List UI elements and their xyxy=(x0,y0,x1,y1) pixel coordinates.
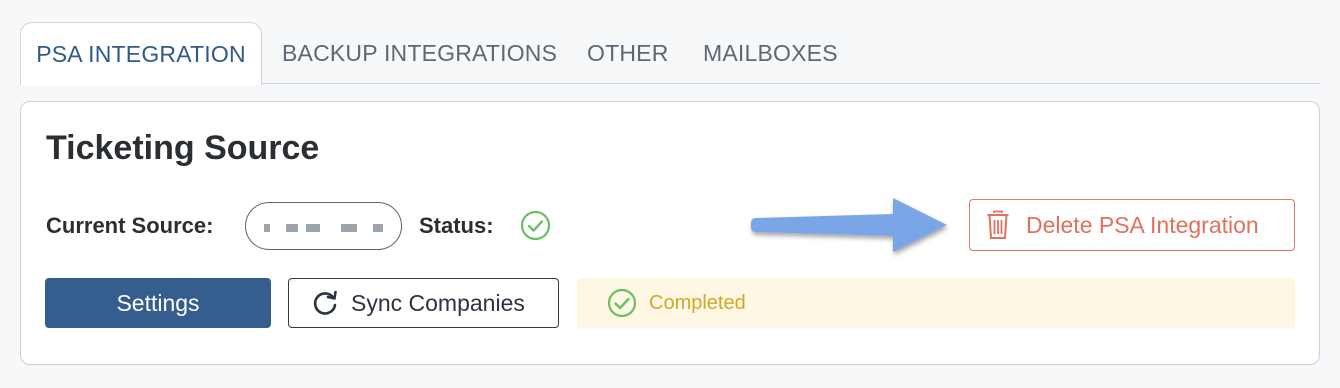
tab-other[interactable]: OTHER xyxy=(587,22,669,84)
trash-icon xyxy=(987,210,1009,239)
settings-button-label: Settings xyxy=(116,289,200,316)
annotation-arrow xyxy=(751,198,947,252)
check-circle-icon xyxy=(520,210,551,241)
delete-button-label: Delete PSA Integration xyxy=(1026,211,1259,238)
current-source-value xyxy=(245,202,402,250)
current-source-label: Current Source: xyxy=(46,213,214,238)
ticketing-source-card: Ticketing Source Current Source: Status: xyxy=(20,101,1320,365)
delete-psa-integration-button[interactable]: Delete PSA Integration xyxy=(969,199,1295,251)
sync-companies-button[interactable]: Sync Companies xyxy=(288,278,559,328)
redacted-text xyxy=(264,224,270,232)
sync-status-banner: Completed xyxy=(577,278,1295,328)
redacted-text xyxy=(373,224,383,232)
tab-backup-integrations[interactable]: BACKUP INTEGRATIONS xyxy=(282,22,557,84)
tab-bar: PSA INTEGRATION BACKUP INTEGRATIONS OTHE… xyxy=(20,22,1320,85)
redacted-text xyxy=(306,224,320,232)
redacted-text xyxy=(341,224,357,232)
redacted-text xyxy=(286,224,298,232)
tab-psa-integration[interactable]: PSA INTEGRATION xyxy=(20,22,262,85)
card-title: Ticketing Source xyxy=(46,129,320,167)
sync-icon xyxy=(313,290,337,315)
sync-status-text: Completed xyxy=(649,291,746,314)
check-circle-icon xyxy=(607,288,637,318)
tab-mailboxes[interactable]: MAILBOXES xyxy=(703,22,838,84)
sync-button-label: Sync Companies xyxy=(351,289,525,316)
status-label: Status: xyxy=(419,213,494,238)
settings-button[interactable]: Settings xyxy=(45,278,271,328)
